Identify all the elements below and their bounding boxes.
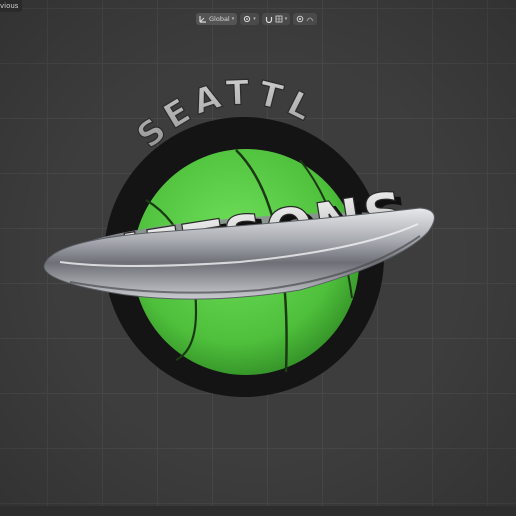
status-bar bbox=[0, 506, 516, 516]
seattle-jetsons-logo[interactable]: SEATTLE JETSONS JETSONS bbox=[0, 0, 516, 516]
